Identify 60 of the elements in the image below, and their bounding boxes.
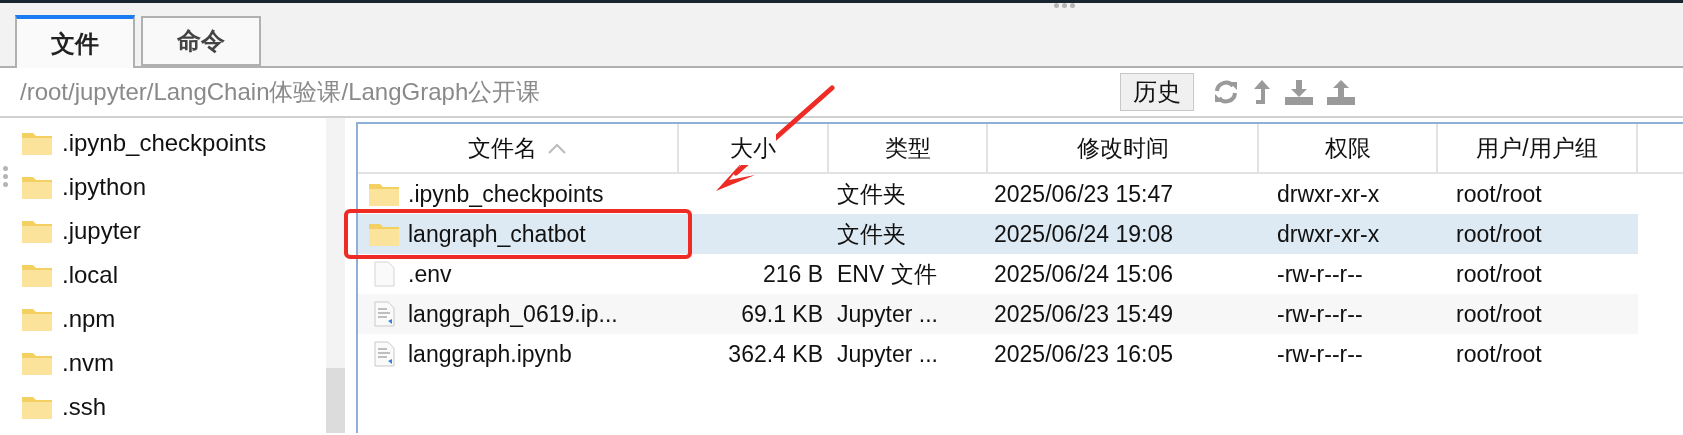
table-cell-text: langgraph_0619.ip... xyxy=(408,299,618,329)
folder-icon xyxy=(20,394,54,420)
table-cell-text: 2025/06/24 15:06 xyxy=(994,259,1174,289)
folder-icon xyxy=(368,221,400,247)
table-cell-text: -rw-r--r-- xyxy=(1277,299,1363,329)
table-cell-text: 文件夹 xyxy=(837,179,906,209)
table-cell-text: langgraph.ipynb xyxy=(408,339,572,369)
upload-icon[interactable] xyxy=(1326,78,1356,106)
folder-icon xyxy=(20,130,54,156)
up-arrow-icon[interactable] xyxy=(1252,78,1272,106)
tree-item[interactable]: .npm xyxy=(20,297,326,341)
tree-item[interactable]: .ipynb_checkpoints xyxy=(20,121,326,165)
table-cell-text: 69.1 KB xyxy=(741,299,823,329)
table-row[interactable]: langraph_chatbot 文件夹 2025/06/24 19:08 drwxr-xr-x root/root xyxy=(358,214,1638,254)
tree-item[interactable]: .ipython xyxy=(20,165,326,209)
table-row[interactable]: .env 216 B ENV 文件 2025/06/24 15:06 -rw-r--r-- root/root xyxy=(358,254,1638,294)
table-cell-text: 2025/06/23 15:49 xyxy=(994,299,1174,329)
table-cell-text: 362.4 KB xyxy=(728,339,823,369)
table-cell-text: ENV 文件 xyxy=(837,259,937,289)
scrollbar[interactable] xyxy=(326,118,345,433)
folder-icon xyxy=(20,174,54,200)
table-cell-text: Jupyter ... xyxy=(837,299,938,329)
table-cell-text: langraph_chatbot xyxy=(408,219,586,249)
table-cell-text: .env xyxy=(408,259,452,289)
history-button[interactable]: 历史 xyxy=(1120,73,1194,111)
table-cell-text: root/root xyxy=(1456,339,1542,369)
table-cell-text: 216 B xyxy=(762,259,823,289)
tree-item[interactable]: .local xyxy=(20,253,326,297)
table-cell-text: 2025/06/24 19:08 xyxy=(994,219,1174,249)
table-cell-text: drwxr-xr-x xyxy=(1277,219,1380,249)
table-row[interactable]: .ipynb_checkpoints 文件夹 2025/06/23 15:47 drwxr-xr-x root/root xyxy=(358,174,1638,214)
folder-icon xyxy=(20,262,54,288)
drag-handle-icon[interactable] xyxy=(1054,3,1075,8)
folder-icon xyxy=(20,350,54,376)
table-row[interactable]: langgraph.ipynb 362.4 KB Jupyter ... 2025/06/23 16:05 -rw-r--r-- root/root xyxy=(358,334,1638,374)
table-cell-text: .ipynb_checkpoints xyxy=(408,179,604,209)
table-cell-text: drwxr-xr-x xyxy=(1277,179,1380,209)
refresh-icon[interactable] xyxy=(1212,78,1240,106)
tree-item[interactable]: .ssh xyxy=(20,385,326,429)
folder-icon xyxy=(20,306,54,332)
drag-handle-icon[interactable] xyxy=(3,166,8,187)
table-cell-text: root/root xyxy=(1456,179,1542,209)
table-cell-text: 2025/06/23 16:05 xyxy=(994,339,1174,369)
table-cell-text: Jupyter ... xyxy=(837,339,938,369)
table-cell-text: 文件夹 xyxy=(837,219,906,249)
folder-icon xyxy=(368,181,400,207)
path-text: /root/jupyter/LangChain体验课/LangGraph公开课 xyxy=(20,77,542,107)
tree-item[interactable]: .jupyter xyxy=(20,209,326,253)
tab[interactable]: 文件 xyxy=(15,15,135,68)
table-cell-text: root/root xyxy=(1456,259,1542,289)
table-cell-text: -rw-r--r-- xyxy=(1277,339,1363,369)
table-cell-text: -rw-r--r-- xyxy=(1277,259,1363,289)
tab[interactable]: 命令 xyxy=(141,16,261,66)
table-cell-text: 2025/06/23 15:47 xyxy=(994,179,1174,209)
tree-item[interactable]: .nvm xyxy=(20,341,326,385)
table-cell-text: root/root xyxy=(1456,299,1542,329)
download-icon[interactable] xyxy=(1284,78,1314,106)
table-row[interactable]: langgraph_0619.ip... 69.1 KB Jupyter ... 2025/06/23 15:49 -rw-r--r-- root/root xyxy=(358,294,1638,334)
table-cell-text: root/root xyxy=(1456,219,1542,249)
folder-icon xyxy=(20,218,54,244)
